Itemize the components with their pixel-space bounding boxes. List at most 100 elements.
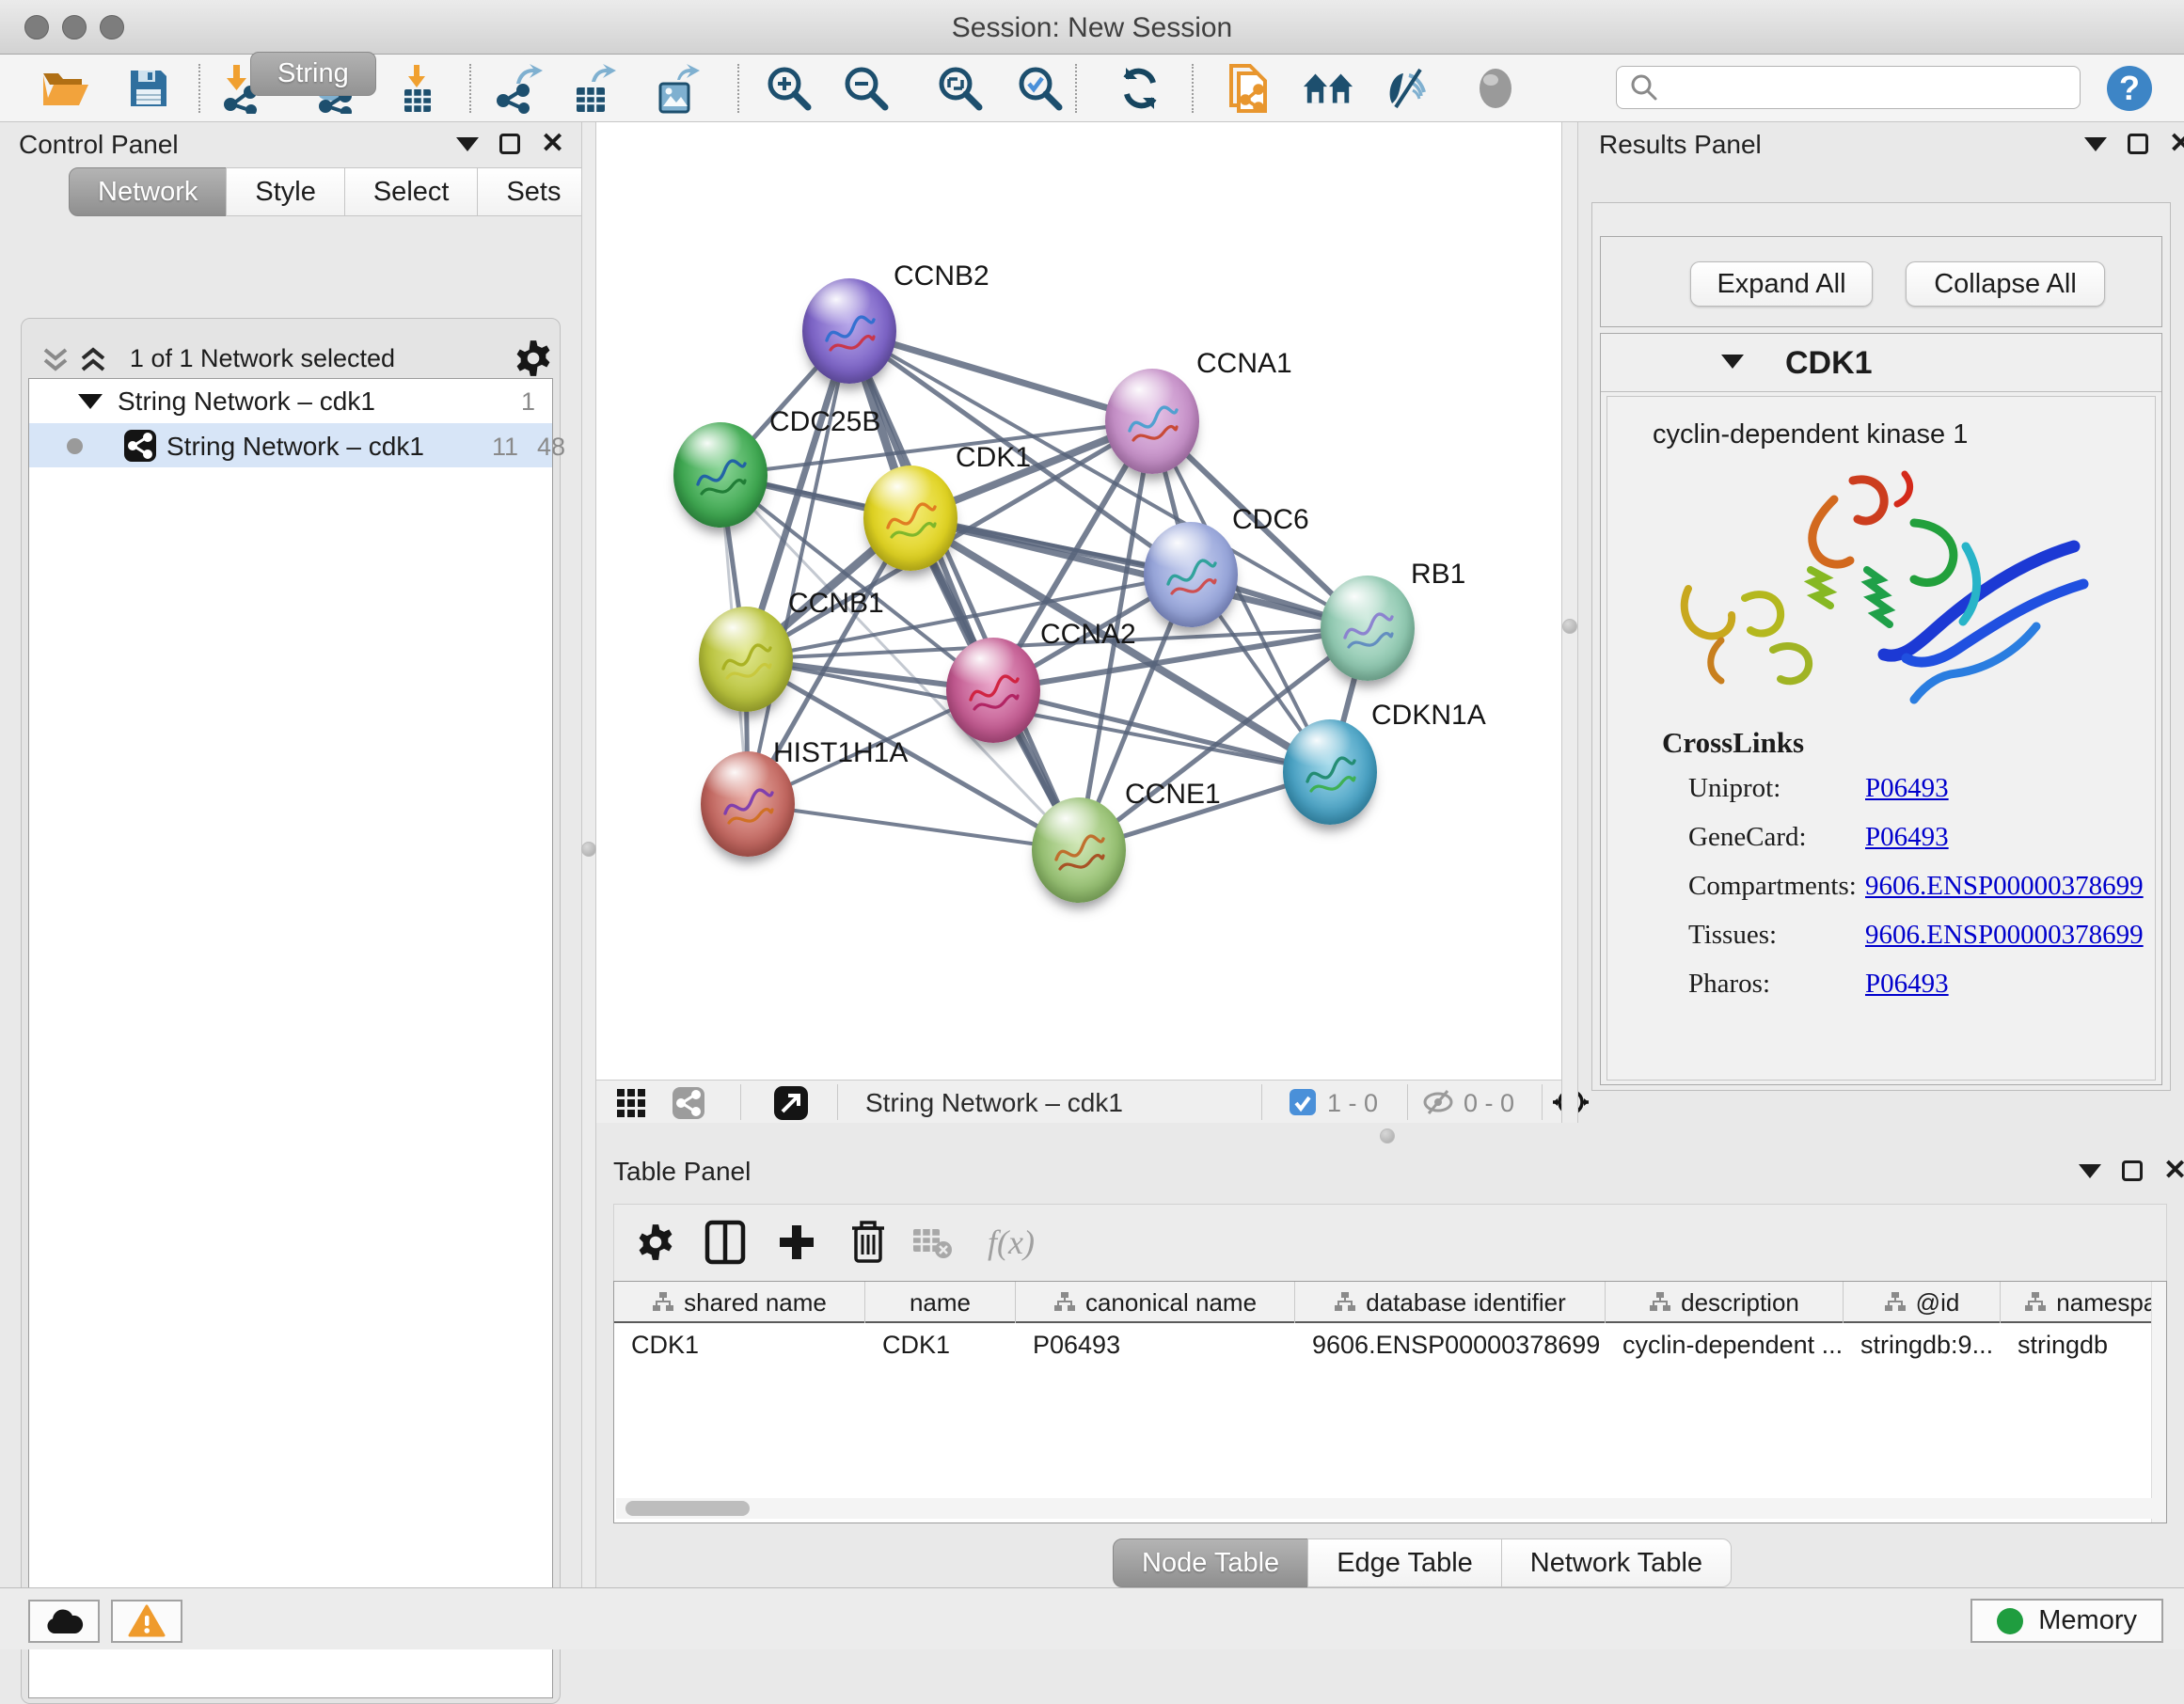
column-header-@id[interactable]: @id xyxy=(1844,1282,2001,1323)
node-CCNE1[interactable] xyxy=(1032,797,1126,903)
function-builder-button[interactable]: f(x) xyxy=(972,1218,1051,1267)
node-CCNA2[interactable] xyxy=(946,638,1040,743)
zoom-fit-button[interactable] xyxy=(934,62,987,115)
cloud-button[interactable] xyxy=(28,1600,100,1643)
hide-glasses-button[interactable] xyxy=(1382,62,1434,115)
tab-node-table[interactable]: Node Table xyxy=(1113,1538,1308,1587)
export-image-button[interactable] xyxy=(652,62,704,115)
node-CCNA1[interactable] xyxy=(1105,369,1199,474)
crosslink-link[interactable]: P06493 xyxy=(1865,969,1949,1000)
grid-view-icon[interactable] xyxy=(617,1089,645,1117)
tree-expander-icon[interactable] xyxy=(78,394,103,409)
tab-string[interactable]: String xyxy=(250,52,376,96)
column-header-shared-name[interactable]: shared name xyxy=(614,1282,865,1323)
panel-maximize-icon[interactable] xyxy=(2122,1160,2143,1181)
panel-float-icon[interactable] xyxy=(456,137,479,151)
node-CDK1[interactable] xyxy=(863,465,957,571)
cell[interactable]: P06493 xyxy=(1016,1325,1295,1365)
crosslink-label: Tissues: xyxy=(1688,920,1777,951)
network-options-gear-icon[interactable] xyxy=(514,339,553,378)
panel-maximize-icon[interactable] xyxy=(2128,134,2148,154)
panel-close-icon[interactable]: ✕ xyxy=(541,134,564,154)
hidden-eye-slash-icon[interactable] xyxy=(1422,1089,1454,1115)
node-CDC6[interactable] xyxy=(1144,522,1238,627)
create-column-button[interactable] xyxy=(772,1218,821,1267)
node-CCNB2[interactable] xyxy=(802,278,896,384)
edge-HIST1H1A-CCNE1[interactable] xyxy=(748,804,1079,850)
import-table-button[interactable] xyxy=(391,62,444,115)
panel-close-icon[interactable]: ✕ xyxy=(2169,134,2184,154)
import-string-file-button[interactable] xyxy=(1222,62,1274,115)
column-label: description xyxy=(1681,1288,1799,1317)
vertical-splitter[interactable] xyxy=(581,122,596,1587)
network-view-icon[interactable] xyxy=(672,1086,705,1120)
edge-CCNB2-HIST1H1A[interactable] xyxy=(748,331,849,804)
tab-network-table[interactable]: Network Table xyxy=(1501,1538,1732,1587)
node-RB1[interactable] xyxy=(1321,576,1415,681)
node-CCNB1[interactable] xyxy=(699,607,793,712)
table-options-button[interactable] xyxy=(631,1218,680,1267)
tab-style[interactable]: Style xyxy=(226,167,344,216)
tab-network[interactable]: Network xyxy=(69,167,227,216)
tab-select[interactable]: Select xyxy=(344,167,479,216)
column-header-namespace[interactable]: namespace xyxy=(2001,1282,2167,1323)
tab-sets[interactable]: Sets xyxy=(477,167,590,216)
network-canvas[interactable]: CCNB2CCNA1CDC25BCDK1CDC6RB1CCNB1CCNA2CDK… xyxy=(596,122,1561,1080)
table-horizontal-scrollbar[interactable] xyxy=(616,1498,2166,1519)
search-input[interactable] xyxy=(1668,69,2080,106)
splitter-grip[interactable] xyxy=(1562,619,1577,634)
zoom-selected-button[interactable] xyxy=(1014,62,1067,115)
export-table-button[interactable] xyxy=(568,62,621,115)
splitter-grip[interactable] xyxy=(1380,1128,1395,1144)
network-row[interactable]: String Network – cdk1 11 48 xyxy=(29,423,552,467)
cell[interactable]: 9606.ENSP00000378699 xyxy=(1295,1325,1606,1365)
zoom-in-button[interactable] xyxy=(763,62,815,115)
cell[interactable]: CDK1 xyxy=(865,1325,1016,1365)
vertical-splitter[interactable] xyxy=(1561,122,1578,1142)
scrollbar-thumb[interactable] xyxy=(625,1501,750,1516)
cell[interactable]: stringdb:9... xyxy=(1844,1325,2001,1365)
zoom-out-button[interactable] xyxy=(840,62,893,115)
crosslink-link[interactable]: P06493 xyxy=(1865,773,1949,804)
cell[interactable]: stringdb xyxy=(2001,1325,2167,1365)
refresh-button[interactable] xyxy=(1114,62,1166,115)
tab-edge-table[interactable]: Edge Table xyxy=(1307,1538,1502,1587)
table-vertical-scrollbar[interactable] xyxy=(2151,1282,2166,1523)
open-view-in-window-icon[interactable] xyxy=(773,1085,809,1121)
open-session-button[interactable] xyxy=(40,62,92,115)
splitter-grip[interactable] xyxy=(581,842,596,857)
gene-expander-icon[interactable] xyxy=(1721,355,1744,369)
column-header-description[interactable]: description xyxy=(1606,1282,1844,1323)
warnings-button[interactable] xyxy=(111,1600,182,1643)
panel-maximize-icon[interactable] xyxy=(499,134,520,154)
delete-column-button[interactable] xyxy=(844,1218,893,1267)
node-label-CCNB2: CCNB2 xyxy=(894,260,989,292)
string-home-button[interactable] xyxy=(1302,62,1354,115)
gene-card-header[interactable]: CDK1 xyxy=(1601,334,2161,392)
table-row[interactable]: CDK1CDK1P064939606.ENSP00000378699cyclin… xyxy=(614,1325,2167,1365)
help-button[interactable]: ? xyxy=(2103,62,2156,115)
panel-float-icon[interactable] xyxy=(2079,1164,2101,1178)
network-collection-row[interactable]: String Network – cdk1 1 xyxy=(29,379,552,423)
selected-checkbox-icon[interactable] xyxy=(1289,1088,1317,1116)
column-header-canonical-name[interactable]: canonical name xyxy=(1016,1282,1295,1323)
panel-close-icon[interactable]: ✕ xyxy=(2163,1160,2184,1181)
panel-float-icon[interactable] xyxy=(2084,137,2107,151)
column-header-database-identifier[interactable]: database identifier xyxy=(1295,1282,1606,1323)
collapse-all-button[interactable]: Collapse All xyxy=(1906,261,2105,307)
save-session-button[interactable] xyxy=(122,62,175,115)
crosslink-link[interactable]: 9606.ENSP00000378699 xyxy=(1865,871,2144,902)
delete-table-button[interactable] xyxy=(908,1218,957,1267)
crosslink-link[interactable]: 9606.ENSP00000378699 xyxy=(1865,920,2144,951)
export-network-button[interactable] xyxy=(492,62,545,115)
cell[interactable]: CDK1 xyxy=(614,1325,865,1365)
memory-button[interactable]: Memory xyxy=(1970,1599,2163,1643)
node-CDC25B[interactable] xyxy=(673,422,768,528)
expand-all-button[interactable]: Expand All xyxy=(1690,261,1873,307)
show-button[interactable] xyxy=(1469,62,1522,115)
show-columns-button[interactable] xyxy=(701,1218,750,1267)
node-CDKN1A[interactable] xyxy=(1283,719,1377,825)
cell[interactable]: cyclin-dependent ... xyxy=(1606,1325,1844,1365)
column-header-name[interactable]: name xyxy=(865,1282,1016,1323)
crosslink-link[interactable]: P06493 xyxy=(1865,822,1949,853)
